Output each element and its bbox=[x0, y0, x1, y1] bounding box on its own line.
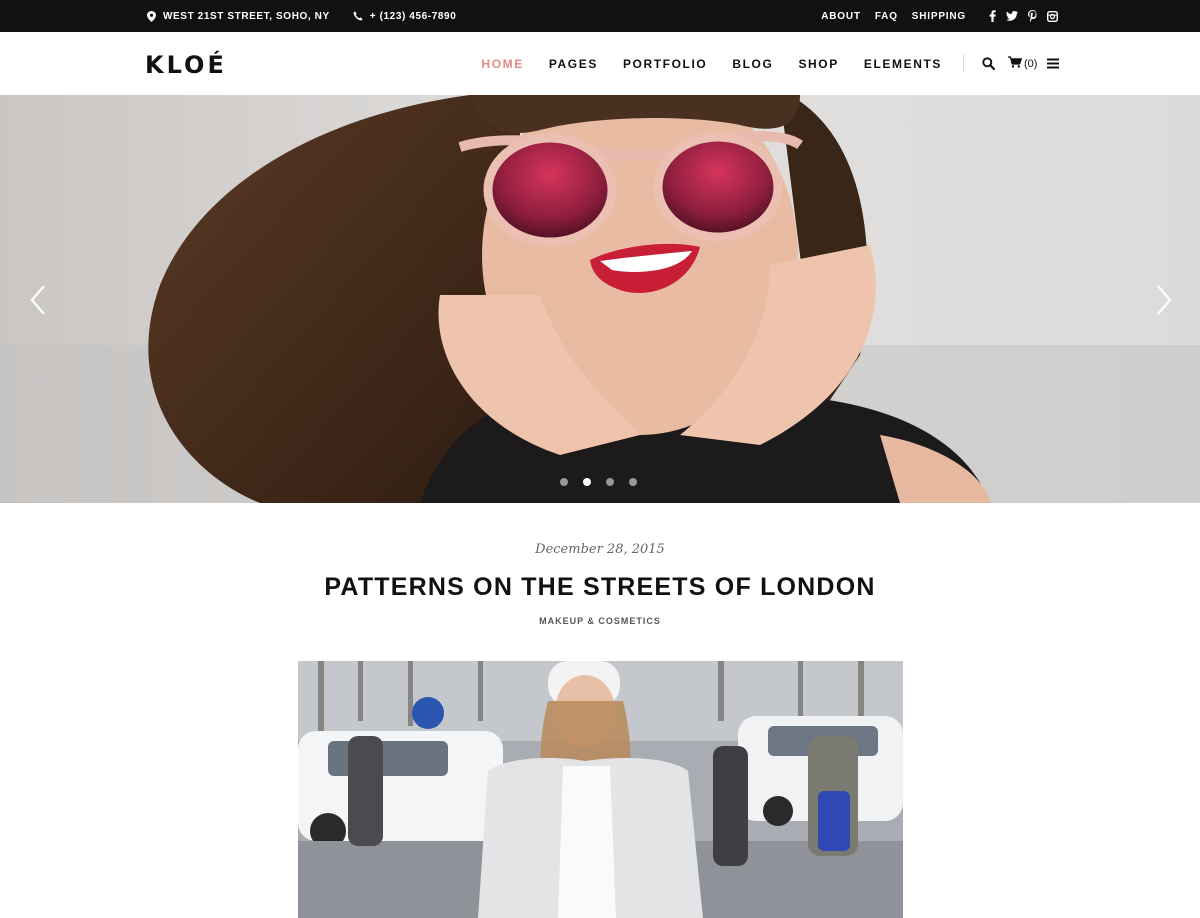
post-title[interactable]: PATTERNS ON THE STREETS OF LONDON bbox=[0, 573, 1200, 602]
address-info: WEST 21ST STREET, SOHO, NY bbox=[145, 10, 330, 22]
phone-info: + (123) 456-7890 bbox=[352, 10, 457, 22]
facebook-icon[interactable] bbox=[986, 10, 998, 22]
instagram-icon[interactable] bbox=[1046, 10, 1058, 22]
shipping-link[interactable]: SHIPPING bbox=[912, 11, 966, 22]
slider-pagination bbox=[560, 478, 652, 486]
slider-dot[interactable] bbox=[560, 478, 568, 486]
slider-dot[interactable] bbox=[606, 478, 614, 486]
post-category[interactable]: MAKEUP & COSMETICS bbox=[0, 616, 1200, 626]
nav-pages[interactable]: PAGES bbox=[549, 57, 598, 71]
slider-dot[interactable] bbox=[629, 478, 637, 486]
phone-icon bbox=[352, 10, 364, 22]
nav-blog[interactable]: BLOG bbox=[732, 57, 773, 71]
main-nav: HOME PAGES PORTFOLIO BLOG SHOP ELEMENTS bbox=[456, 32, 942, 95]
top-bar: WEST 21ST STREET, SOHO, NY + (123) 456-7… bbox=[0, 0, 1200, 32]
header-icons: (0) bbox=[982, 32, 1060, 95]
nav-divider bbox=[963, 54, 964, 72]
location-pin-icon bbox=[145, 10, 157, 22]
social-links bbox=[986, 10, 1058, 22]
street-photo bbox=[298, 661, 903, 918]
slider-prev-arrow[interactable] bbox=[28, 283, 50, 317]
nav-home[interactable]: HOME bbox=[481, 57, 523, 71]
search-icon[interactable] bbox=[982, 57, 995, 70]
slider-dot-active[interactable] bbox=[583, 478, 591, 486]
pinterest-icon[interactable] bbox=[1026, 10, 1038, 22]
twitter-icon[interactable] bbox=[1006, 10, 1018, 22]
hero-slider bbox=[0, 95, 1200, 503]
nav-portfolio[interactable]: PORTFOLIO bbox=[623, 57, 707, 71]
hero-slide-image bbox=[0, 95, 1200, 503]
address-text: WEST 21ST STREET, SOHO, NY bbox=[163, 10, 330, 22]
nav-elements[interactable]: ELEMENTS bbox=[864, 57, 942, 71]
cart-button[interactable]: (0) bbox=[1008, 55, 1037, 73]
cart-icon bbox=[1008, 55, 1023, 73]
cart-count: (0) bbox=[1024, 57, 1038, 70]
slider-next-arrow[interactable] bbox=[1152, 283, 1174, 317]
faq-link[interactable]: FAQ bbox=[875, 11, 898, 22]
post-featured-image[interactable] bbox=[298, 661, 903, 918]
menu-icon[interactable] bbox=[1047, 58, 1060, 69]
nav-shop[interactable]: SHOP bbox=[798, 57, 838, 71]
site-logo[interactable]: KLOÉ bbox=[145, 51, 227, 79]
about-link[interactable]: ABOUT bbox=[821, 11, 861, 22]
post-date: December 28, 2015 bbox=[535, 542, 665, 557]
phone-text: + (123) 456-7890 bbox=[369, 10, 457, 22]
